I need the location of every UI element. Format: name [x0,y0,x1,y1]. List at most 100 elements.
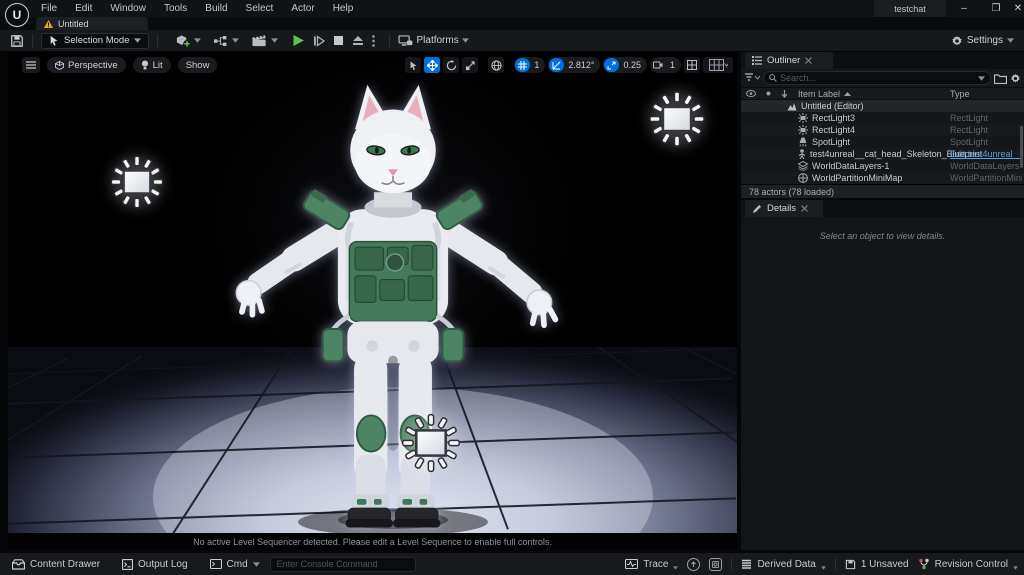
select-tool-button[interactable] [405,57,421,73]
tab-outliner[interactable]: Outliner [745,52,833,69]
close-icon[interactable] [805,57,812,64]
title-bar: U File Edit Window Tools Build Select Ac… [0,0,1024,17]
visibility-eye-icon[interactable] [746,90,756,97]
menu-tools[interactable]: Tools [155,0,196,17]
level-tab-untitled[interactable]: Untitled [36,17,148,30]
column-item-label[interactable]: Item Label [798,89,840,99]
snapshot-status-icon[interactable] [709,558,722,571]
revision-control-branch-icon [918,558,930,570]
details-tab-label: Details [767,203,796,214]
outliner-rows: Untitled (Editor) RectLight3 RectLight R… [741,100,1024,184]
blueprints-icon [213,35,229,47]
lit-mode-dropdown[interactable]: Lit [133,57,171,73]
show-label: Show [186,60,210,71]
menu-window[interactable]: Window [101,0,155,17]
scale-snap-value: 0.25 [623,60,646,70]
camera-speed-control[interactable]: 1 [650,57,681,73]
tab-details[interactable]: Details [745,200,823,217]
pin-column-icon[interactable] [765,90,772,97]
outliner-row-level[interactable]: Untitled (Editor) [741,100,1024,112]
scale-icon [465,60,476,71]
scale-tool-button[interactable] [462,57,478,73]
close-icon[interactable] [801,205,808,212]
outliner-row-rectlight4[interactable]: RectLight4 RectLight [741,124,1024,136]
trace-button[interactable]: Trace [625,559,678,570]
show-dropdown[interactable]: Show [178,57,218,73]
create-folder-icon[interactable] [994,73,1007,84]
add-actor-button[interactable] [174,33,201,48]
menu-file[interactable]: File [32,0,66,17]
screen-grid-button[interactable] [684,57,700,73]
outliner-scrollbar[interactable] [1020,126,1023,168]
platforms-dropdown[interactable]: Platforms [398,35,468,47]
rotate-tool-button[interactable] [443,57,459,73]
menu-actor[interactable]: Actor [282,0,323,17]
settings-label: Settings [967,35,1003,46]
edit-blueprint-link[interactable]: Edit test4unreal__ca [950,149,1022,159]
chevron-down-icon [134,38,141,43]
cmd-dropdown[interactable]: Cmd [210,559,260,570]
minimize-button[interactable]: – [952,0,976,17]
outliner-row-rectlight3[interactable]: RectLight3 RectLight [741,112,1024,124]
menu-select[interactable]: Select [237,0,283,17]
output-log-button[interactable]: Output Log [122,559,187,570]
restore-button[interactable]: ❐ [984,0,1008,17]
cursor-icon [49,35,59,46]
scale-snap-control[interactable]: 0.25 [603,57,647,73]
grid-snap-control[interactable]: 1 [514,57,545,73]
move-to-column-icon[interactable] [781,90,788,98]
viewport-layout-dropdown[interactable] [703,57,733,73]
derived-data-icon [741,559,752,570]
rect-light-sprite-top-right[interactable] [649,91,705,147]
menu-edit[interactable]: Edit [66,0,101,17]
outliner-row-spotlight[interactable]: SpotLight SpotLight [741,136,1024,148]
outliner-search-input[interactable] [780,73,975,83]
blueprint-actor-icon [798,149,806,159]
level-viewport[interactable]: Perspective Lit Show [8,52,737,550]
revision-control-button[interactable]: Revision Control [918,558,1018,570]
warning-icon [44,20,53,28]
cinematics-button[interactable] [251,34,278,47]
main-toolbar: Selection Mode [0,30,1024,52]
blueprints-button[interactable] [213,35,239,47]
outliner-row-worldpartitionminimap[interactable]: WorldPartitionMiniMap WorldPartitionMini… [741,172,1024,184]
stop-button[interactable] [333,35,344,46]
console-command-input[interactable] [270,557,416,572]
outliner-footer: 78 actors (78 loaded) [741,184,1024,198]
close-button[interactable]: ✕ [1006,0,1024,17]
viewport-options-menu-button[interactable] [22,57,40,73]
rect-light-sprite-left[interactable] [111,156,163,208]
outliner-search-box[interactable] [763,71,991,85]
viewport-toolbar-right: 1 2.812° 0.25 1 [405,57,733,73]
chevron-down-icon[interactable] [978,76,985,81]
platforms-label: Platforms [416,35,458,46]
outliner-row-cat-blueprint[interactable]: test4unreal__cat_head_Skeleton_Blueprint… [741,148,1024,160]
content-drawer-button[interactable]: Content Drawer [12,559,100,570]
outliner-row-worlddatalayers[interactable]: WorldDataLayers-1 WorldDataLayers [741,160,1024,172]
unsaved-button[interactable]: 1 Unsaved [845,559,909,570]
filter-icon[interactable] [744,73,760,83]
menu-build[interactable]: Build [196,0,236,17]
selection-mode-dropdown[interactable]: Selection Mode [41,33,149,49]
move-tool-button[interactable] [424,57,440,73]
frame-skip-button[interactable] [313,35,325,47]
menu-help[interactable]: Help [324,0,363,17]
eject-button[interactable] [352,35,364,46]
derived-data-button[interactable]: Derived Data [741,559,825,570]
chevron-down-icon [821,566,826,570]
world-partition-minimap-icon [798,173,808,183]
save-button[interactable] [10,34,24,48]
insights-status-icon[interactable] [687,558,700,571]
hamburger-icon [26,61,36,69]
viewport-scene [8,52,737,533]
play-button[interactable] [292,34,305,47]
outliner-settings-gear-icon[interactable] [1010,73,1021,84]
move-icon [427,60,438,71]
perspective-dropdown[interactable]: Perspective [47,57,126,73]
settings-dropdown[interactable]: Settings [951,35,1014,47]
world-local-transform-button[interactable] [488,57,504,73]
world-data-layers-icon [798,161,808,171]
rotation-snap-control[interactable]: 2.812° [548,57,600,73]
play-options-kebab[interactable] [372,35,375,47]
column-type[interactable]: Type [950,89,970,99]
